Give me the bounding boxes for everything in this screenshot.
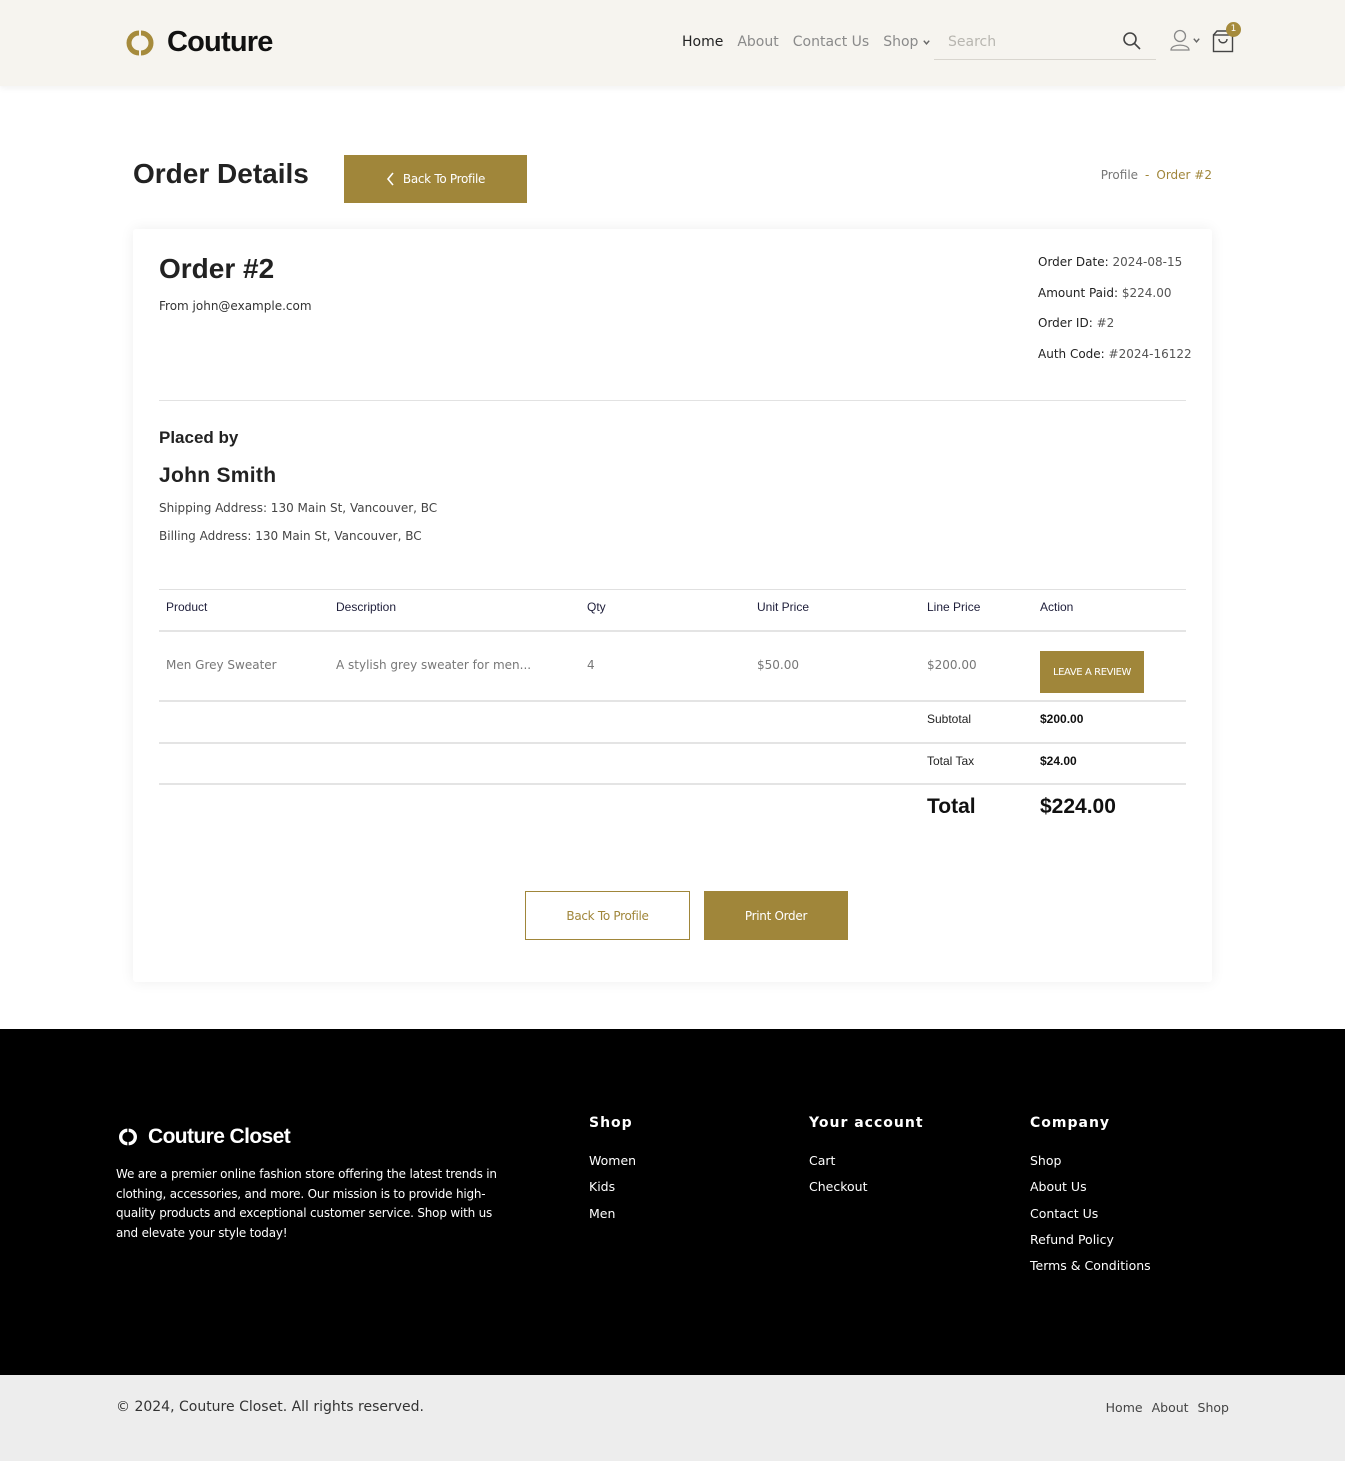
breadcrumb-separator: - <box>1145 168 1150 182</box>
nav-shop-dropdown[interactable]: Shop <box>883 34 931 50</box>
shipping-address: Shipping Address: 130 Main St, Vancouver… <box>159 501 438 515</box>
row-unit-price: $50.00 <box>757 658 799 672</box>
nav-home[interactable]: Home <box>682 34 723 50</box>
order-title: Order #2 <box>159 253 275 284</box>
footer-link-shop[interactable]: Shop <box>1030 1153 1151 1179</box>
nav-about[interactable]: About <box>737 34 778 50</box>
footer-link-women[interactable]: Women <box>589 1153 636 1179</box>
breadcrumb-current: Order #2 <box>1156 168 1212 182</box>
footer-col-company: Company Shop About Us Contact Us Refund … <box>1030 1115 1151 1284</box>
customer-name: John Smith <box>159 464 277 487</box>
footer-link-contact-us[interactable]: Contact Us <box>1030 1206 1151 1232</box>
total-value: $224.00 <box>1040 795 1116 818</box>
cart-button[interactable]: 1 <box>1212 22 1241 53</box>
nav-contact[interactable]: Contact Us <box>793 34 869 50</box>
user-menu[interactable] <box>1170 29 1201 51</box>
header-product: Product <box>166 600 208 614</box>
couture-logo-icon <box>119 1128 137 1146</box>
back-to-profile-label: Back To Profile <box>402 172 486 186</box>
header-description: Description <box>336 600 397 614</box>
chevron-down-icon <box>1193 37 1200 43</box>
breadcrumb-profile[interactable]: Profile <box>1101 168 1138 182</box>
footer-about-text: We are a premier online fashion store of… <box>116 1167 497 1240</box>
billing-address: Billing Address: 130 Main St, Vancouver,… <box>159 529 422 543</box>
user-icon <box>1170 29 1190 51</box>
bottom-link-shop[interactable]: Shop <box>1198 1400 1229 1415</box>
footer-col-title: Shop <box>589 1115 633 1131</box>
cart-count-badge: 1 <box>1226 22 1241 37</box>
site-footer: Couture Closet We are a premier online f… <box>0 1029 1345 1375</box>
footer-col-shop: Shop Women Kids Men <box>589 1115 636 1232</box>
subtotal-label: Subtotal <box>927 712 972 726</box>
order-card: Order #2 From john@example.com Order Dat… <box>133 229 1212 982</box>
bottom-links: Home About Shop <box>1097 1400 1229 1415</box>
order-meta: Order Date: 2024-08-15 Amount Paid: $224… <box>1038 255 1192 377</box>
logo-text: Couture <box>167 26 273 58</box>
row-line-price: $200.00 <box>927 658 977 672</box>
footer-link-cart[interactable]: Cart <box>809 1153 924 1179</box>
amount-paid: Amount Paid: $224.00 <box>1038 285 1172 300</box>
back-to-profile-button-bottom[interactable]: Back To Profile <box>525 891 690 940</box>
table-border <box>159 700 1186 702</box>
row-qty: 4 <box>587 658 595 672</box>
search-bar <box>934 26 1156 60</box>
bottom-link-home[interactable]: Home <box>1106 1400 1143 1415</box>
footer-link-checkout[interactable]: Checkout <box>809 1179 924 1205</box>
header-action: Action <box>1040 600 1074 614</box>
footer-brand: Couture Closet <box>148 1125 291 1148</box>
section-divider <box>159 400 1186 401</box>
order-id: Order ID: #2 <box>1038 316 1115 330</box>
print-order-button[interactable]: Print Order <box>704 891 848 940</box>
chevron-left-icon <box>386 172 394 186</box>
tax-value: $24.00 <box>1040 754 1077 768</box>
nav-shop-label: Shop <box>883 34 919 50</box>
copyright-text: © 2024, Couture Closet. All rights reser… <box>116 1399 424 1415</box>
footer-link-kids[interactable]: Kids <box>589 1179 636 1205</box>
breadcrumb: Profile - Order #2 <box>1101 168 1212 182</box>
table-border <box>159 783 1186 785</box>
row-description: A stylish grey sweater for men... <box>336 658 532 672</box>
footer-col-title: Your account <box>809 1115 924 1131</box>
search-icon[interactable] <box>1122 31 1142 51</box>
sub-footer: © 2024, Couture Closet. All rights reser… <box>0 1375 1345 1461</box>
footer-col-title: Company <box>1030 1115 1111 1131</box>
footer-link-men[interactable]: Men <box>589 1206 636 1232</box>
site-logo[interactable]: Couture <box>123 26 273 59</box>
header-line-price: Line Price <box>927 600 981 614</box>
header-unit-price: Unit Price <box>757 600 810 614</box>
footer-col-account: Your account Cart Checkout <box>809 1115 924 1206</box>
main-nav: Home About Contact Us Shop <box>682 34 945 50</box>
chevron-down-icon <box>923 39 931 45</box>
placed-by-heading: Placed by <box>159 428 239 447</box>
total-label: Total <box>927 795 976 818</box>
back-to-profile-button[interactable]: Back To Profile <box>344 155 527 203</box>
order-date: Order Date: 2024-08-15 <box>1038 255 1183 269</box>
leave-review-button[interactable]: LEAVE A REVIEW <box>1040 651 1144 693</box>
footer-link-about-us[interactable]: About Us <box>1030 1179 1151 1205</box>
footer-link-refund-policy[interactable]: Refund Policy <box>1030 1232 1151 1258</box>
auth-code: Auth Code: #2024-16122 <box>1038 346 1192 361</box>
table-border <box>159 742 1186 744</box>
subtotal-value: $200.00 <box>1040 712 1084 726</box>
footer-logo[interactable]: Couture Closet <box>116 1125 291 1149</box>
site-header: Couture Home About Contact Us Shop Searc… <box>0 0 1345 86</box>
page-title: Order Details <box>133 158 309 189</box>
table-border <box>159 589 1186 590</box>
tax-label: Total Tax <box>927 754 975 768</box>
row-product: Men Grey Sweater <box>166 658 277 672</box>
footer-link-terms[interactable]: Terms & Conditions <box>1030 1258 1151 1284</box>
couture-logo-icon <box>126 30 154 55</box>
order-from-email: From john@example.com <box>159 299 312 313</box>
bottom-link-about[interactable]: About <box>1152 1400 1189 1415</box>
header-qty: Qty <box>587 600 606 614</box>
search-input[interactable] <box>934 26 1104 58</box>
table-border <box>159 630 1186 632</box>
